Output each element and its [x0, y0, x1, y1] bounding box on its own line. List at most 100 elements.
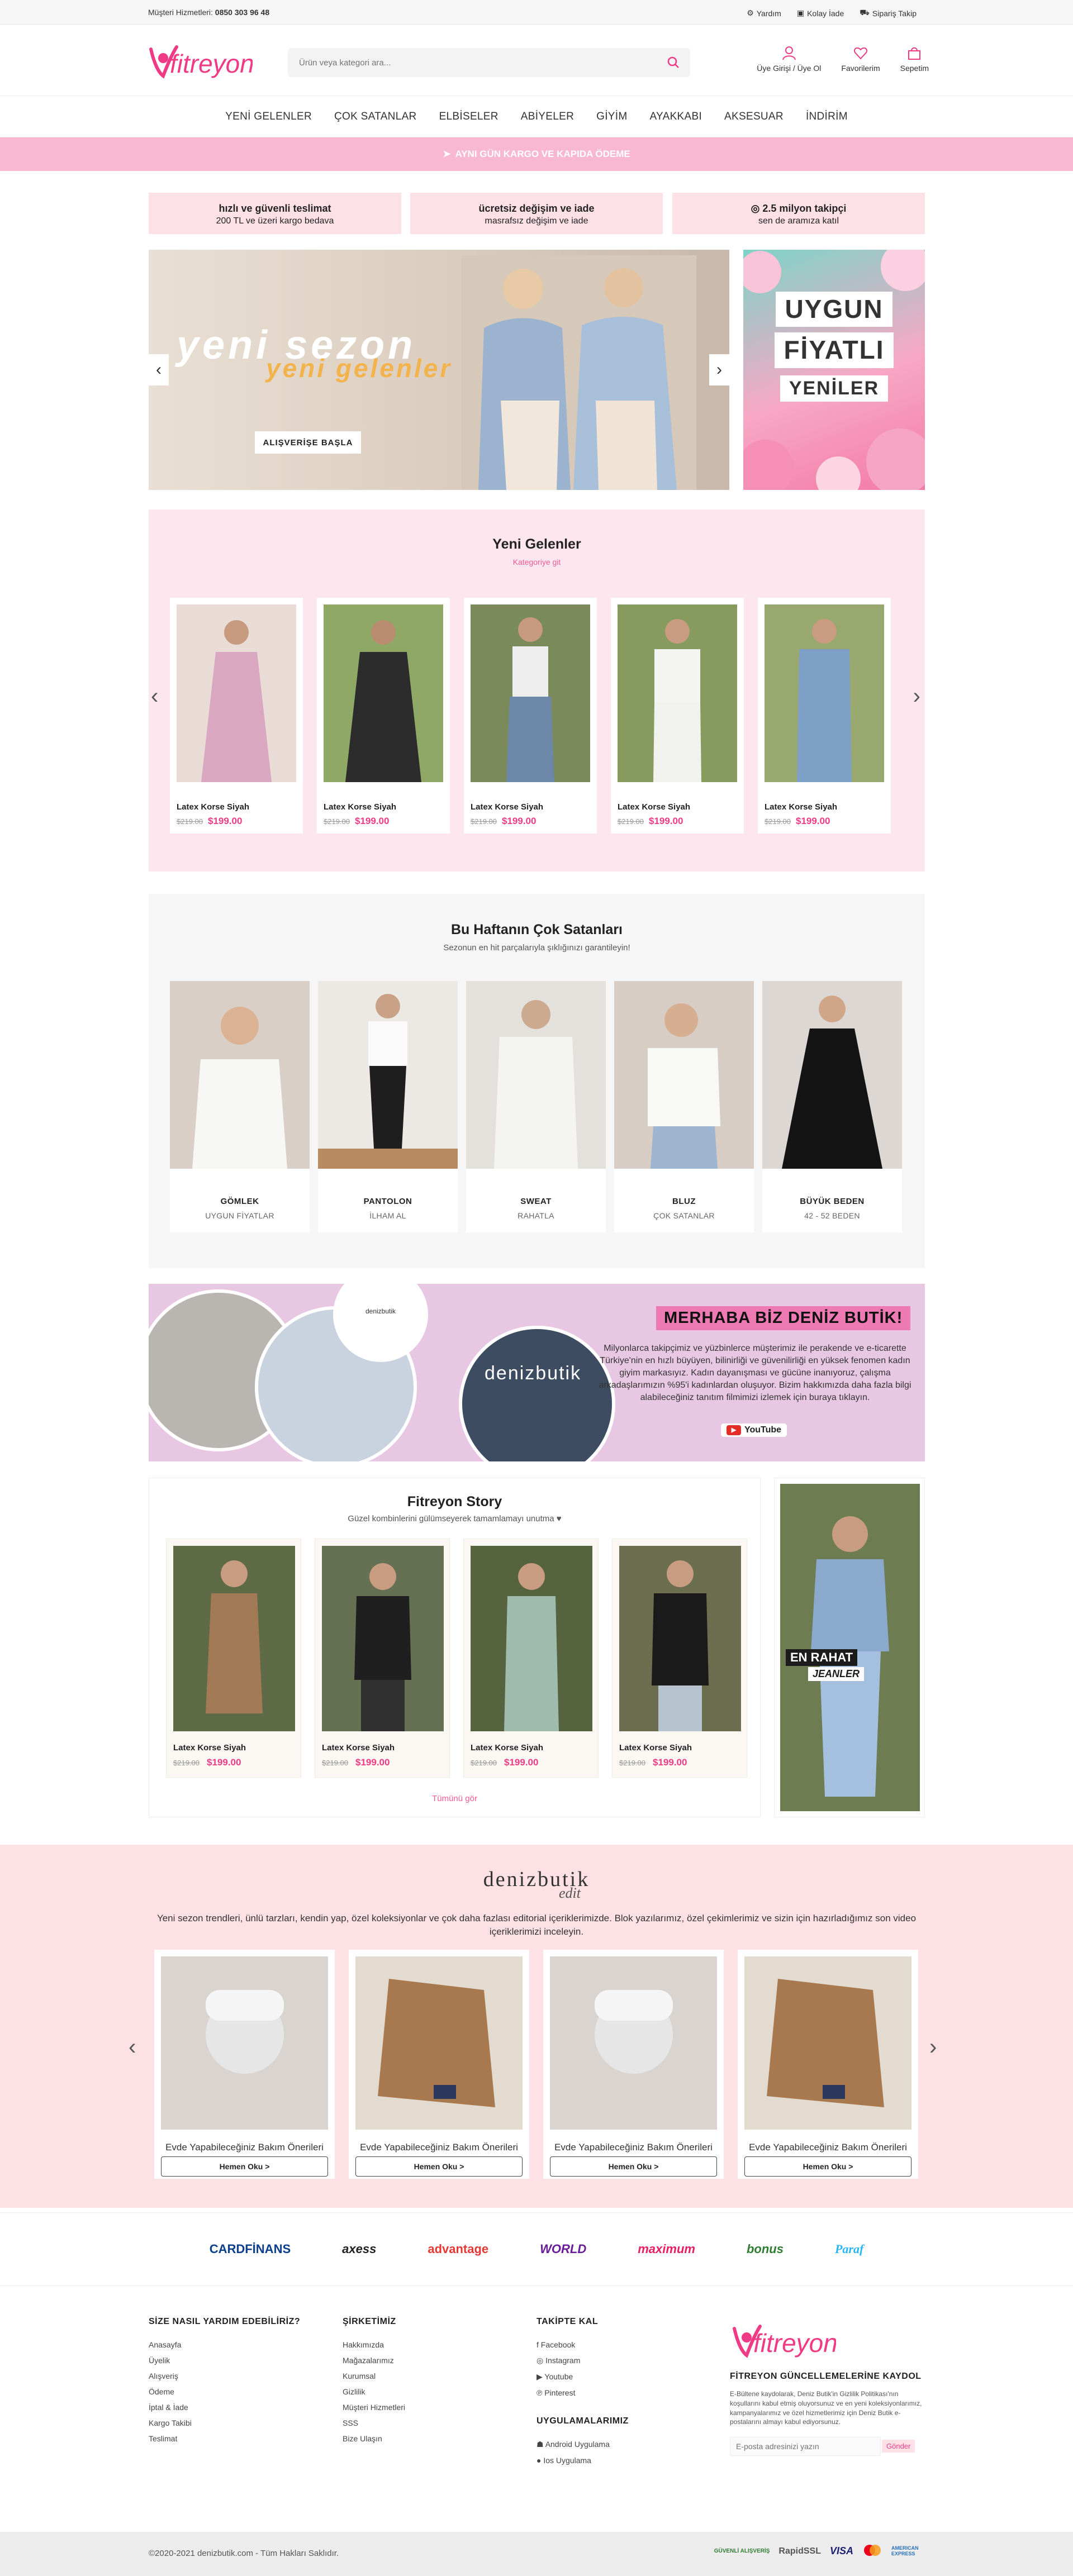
product-name: Latex Korse Siyah [322, 1743, 395, 1753]
category-sub: UYGUN FİYATLAR [205, 1211, 274, 1220]
search-icon[interactable] [667, 56, 680, 72]
story-product-card[interactable]: Latex Korse Siyah $219.00 $199.00 [612, 1539, 747, 1778]
product-card[interactable]: Latex Korse Siyah $219.00 $199.00 [464, 598, 597, 834]
product-image [765, 604, 884, 782]
story-product-card[interactable]: Latex Korse Siyah $219.00 $199.00 [315, 1539, 450, 1778]
about-title: MERHABA BİZ DENİZ BUTİK! [656, 1306, 911, 1330]
category-link[interactable]: Kategoriye git [149, 558, 925, 566]
logo[interactable]: fitreyon [146, 41, 254, 82]
category-card[interactable]: BÜYÜK BEDEN 42 - 52 BEDEN [762, 981, 902, 1232]
nav-shoes[interactable]: AYAKKABI [649, 111, 702, 123]
story-product-card[interactable]: Latex Korse Siyah $219.00 $199.00 [463, 1539, 599, 1778]
newsletter-submit-button[interactable]: Gönder [882, 2440, 915, 2453]
story-product-card[interactable]: Latex Korse Siyah $219.00 $199.00 [166, 1539, 301, 1778]
help-link[interactable]: ⚙ Yardım [747, 8, 781, 18]
easy-return-link[interactable]: ▣ Kolay İade [797, 8, 844, 18]
footer-link[interactable]: Alışveriş [149, 2372, 300, 2380]
footer-link[interactable]: Üyelik [149, 2356, 300, 2365]
footer-link[interactable]: Bize Ulaşın [343, 2434, 405, 2443]
category-card[interactable]: BLUZ ÇOK SATANLAR [614, 981, 754, 1232]
footer-link-label: Android Uygulama [545, 2440, 610, 2449]
product-card[interactable]: Latex Korse Siyah $219.00 $199.00 [317, 598, 450, 834]
footer-link[interactable]: Kurumsal [343, 2372, 405, 2380]
read-more-button[interactable]: Hemen Oku > [161, 2156, 328, 2177]
product-card[interactable]: Latex Korse Siyah $219.00 $199.00 [758, 598, 891, 834]
footer-link[interactable]: Kargo Takibi [149, 2418, 300, 2427]
footer-link[interactable]: İptal & İade [149, 2403, 300, 2412]
product-card[interactable]: Latex Korse Siyah $219.00 $199.00 [170, 598, 303, 834]
blog-card[interactable]: Evde Yapabileceğiniz Bakım Önerileri Hem… [349, 1950, 529, 2179]
nav-new[interactable]: YENİ GELENLER [225, 111, 312, 123]
read-more-button[interactable]: Hemen Oku > [550, 2156, 717, 2177]
youtube-link[interactable]: ▶ Youtube [536, 2372, 629, 2382]
hero-banner[interactable]: yeni sezon yeni gelenler ALIŞVERİŞE BAŞL… [149, 250, 729, 490]
instagram-link[interactable]: ◎ Instagram [536, 2356, 629, 2365]
new-next-arrow[interactable]: › [913, 684, 920, 709]
phone-number[interactable]: 0850 303 96 48 [215, 8, 269, 17]
instagram-icon: ◎ [751, 203, 760, 214]
nav-sale[interactable]: İNDİRİM [806, 111, 848, 123]
price: $199.00 [208, 816, 243, 826]
see-all-link[interactable]: Tümünü gör [149, 1794, 760, 1803]
footer-link[interactable]: Hakkımızda [343, 2340, 405, 2349]
footer-link[interactable]: Mağazalarımız [343, 2356, 405, 2365]
jeans-image [780, 1484, 920, 1811]
shop-now-button[interactable]: ALIŞVERİŞE BAŞLA [255, 431, 361, 454]
new-prev-arrow[interactable]: ‹ [151, 684, 158, 709]
footer-link[interactable]: Ödeme [149, 2387, 300, 2396]
facebook-link[interactable]: f Facebook [536, 2340, 629, 2349]
youtube-button[interactable]: ▶ YouTube [721, 1423, 787, 1437]
favorites-button[interactable]: Favorilerim [841, 46, 880, 73]
play-icon: ▶ [727, 1425, 741, 1435]
category-card[interactable]: PANTOLON İLHAM AL [318, 981, 458, 1232]
product-image [618, 604, 737, 782]
blog-title: Evde Yapabileceğiniz Bakım Önerileri [165, 2142, 324, 2153]
blog-card[interactable]: Evde Yapabileceğiniz Bakım Önerileri Hem… [738, 1950, 918, 2179]
footer-link[interactable]: SSS [343, 2418, 405, 2427]
category-card[interactable]: SWEAT RAHATLA [466, 981, 606, 1232]
favorites-label: Favorilerim [841, 64, 880, 73]
hero-next-arrow[interactable]: › [709, 354, 729, 385]
about-banner[interactable]: denizbutik denizbutik MERHABA BİZ DENİZ … [149, 1284, 925, 1461]
feature-followers[interactable]: ◎ 2.5 milyon takipçi sen de aramıza katı… [672, 193, 925, 234]
footer: SİZE NASIL YARDIM EDEBİLİRİZ? Anasayfa Ü… [0, 2286, 1073, 2532]
product-name: Latex Korse Siyah [173, 1743, 246, 1753]
read-more-button[interactable]: Hemen Oku > [744, 2156, 911, 2177]
nav-clothing[interactable]: GİYİM [596, 111, 627, 123]
jeans-banner[interactable]: EN RAHAT JEANLER [774, 1478, 925, 1817]
blog-card[interactable]: Evde Yapabileceğiniz Bakım Önerileri Hem… [154, 1950, 335, 2179]
nav-dresses[interactable]: ELBİSELER [439, 111, 498, 123]
security-badges: GÜVENLİ ALIŞVERİŞ RapidSSL VISA AMERICAN… [714, 2544, 925, 2558]
nav-bestsellers[interactable]: ÇOK SATANLAR [334, 111, 417, 123]
chevron-left-icon: ‹ [151, 684, 159, 708]
footer-link[interactable]: Anasayfa [149, 2340, 300, 2349]
nav-accessories[interactable]: AKSESUAR [724, 111, 784, 123]
cart-button[interactable]: Sepetim [900, 46, 929, 73]
android-app-link[interactable]: ☗ Android Uygulama [536, 2440, 629, 2449]
footer-link[interactable]: Teslimat [149, 2434, 300, 2443]
nav-evening-dresses[interactable]: ABİYELER [521, 111, 574, 123]
category-card[interactable]: GÖMLEK UYGUN FİYATLAR [170, 981, 310, 1232]
ios-app-link[interactable]: ● Ios Uygulama [536, 2456, 629, 2465]
pinterest-link[interactable]: ℗ Pinterest [536, 2388, 629, 2397]
edit-brand-script: edit [559, 1885, 581, 1901]
hero-prev-arrow[interactable]: ‹ [149, 354, 169, 385]
category-image [170, 981, 310, 1169]
footer-link[interactable]: Müşteri Hizmetleri [343, 2403, 405, 2412]
read-more-button[interactable]: Hemen Oku > [355, 2156, 523, 2177]
cardfinans-logo: CARDFİNANS [209, 2242, 291, 2256]
advantage-logo: advantage [428, 2242, 489, 2256]
search-input[interactable] [288, 48, 645, 77]
side-banner[interactable]: UYGUN FİYATLI YENİLER [743, 250, 925, 490]
order-tracking-link[interactable]: ⛟ Sipariş Takip [860, 8, 917, 18]
product-card[interactable]: Latex Korse Siyah $219.00 $199.00 [611, 598, 744, 834]
newsletter-email-input[interactable] [730, 2437, 881, 2456]
blog-card[interactable]: Evde Yapabileceğiniz Bakım Önerileri Hem… [543, 1950, 724, 2179]
edit-next-arrow[interactable]: › [929, 2035, 937, 2060]
heart-icon [854, 47, 867, 60]
account-button[interactable]: Üye Girişi / Üye Ol [757, 46, 821, 73]
edit-prev-arrow[interactable]: ‹ [129, 2035, 136, 2060]
footer-link[interactable]: Gizlilik [343, 2387, 405, 2396]
promo-strip[interactable]: ➤ AYNI GÜN KARGO VE KAPIDA ÖDEME [0, 137, 1073, 171]
product-name: Latex Korse Siyah [618, 802, 691, 812]
